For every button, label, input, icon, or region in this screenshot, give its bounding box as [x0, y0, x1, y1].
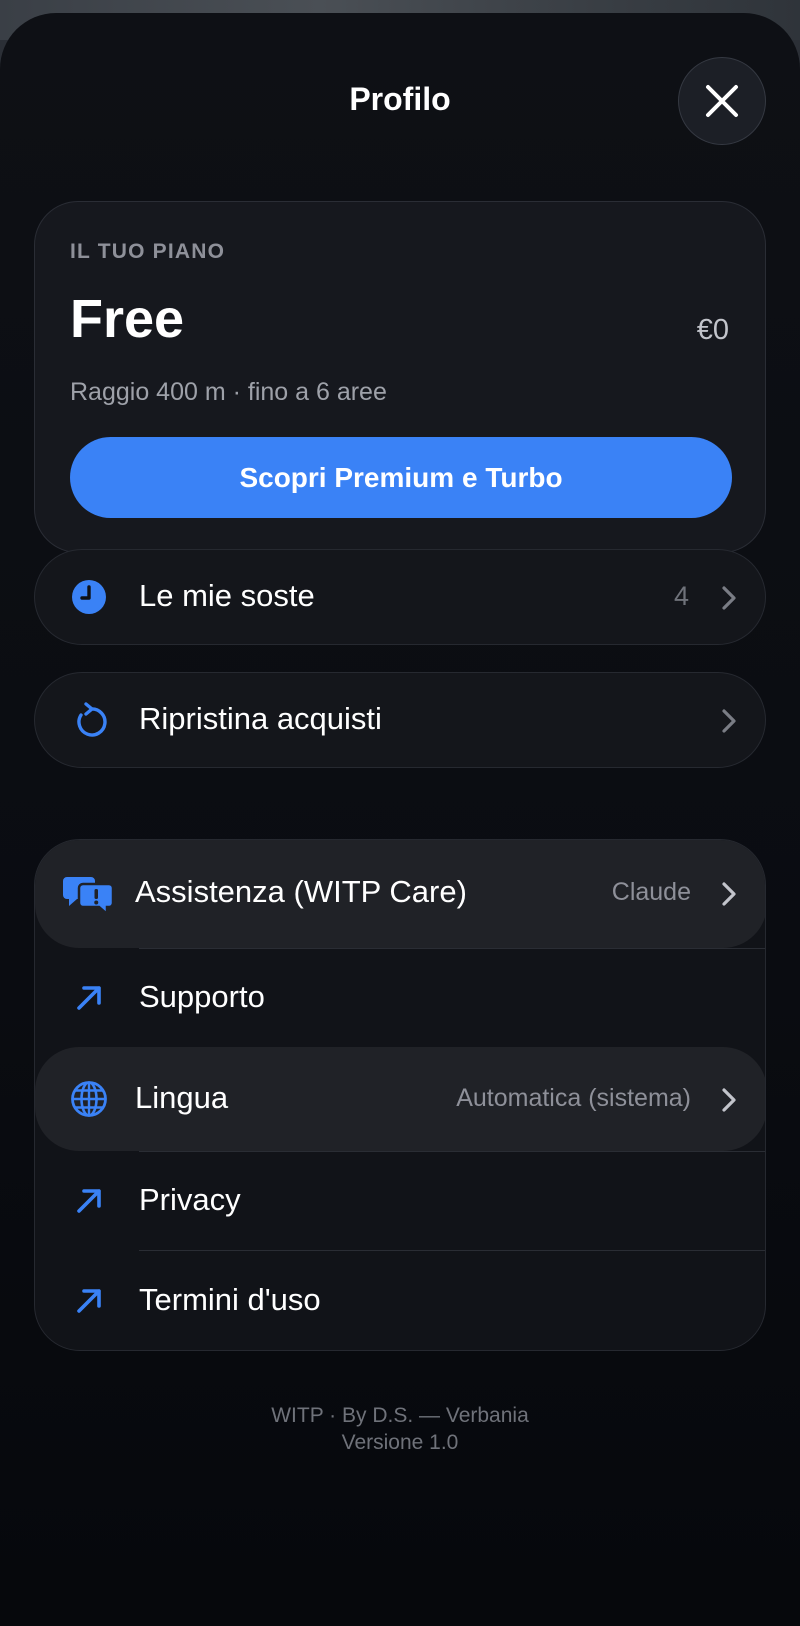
restore-purchases-label: Ripristina acquisti	[139, 701, 382, 736]
terms-label: Termini d'uso	[139, 1282, 321, 1317]
footer-credit: WITP · By D.S. — Verbania	[271, 1404, 529, 1427]
settings-group: Assistenza (WITP Care) Claude Supporto L…	[34, 839, 766, 1351]
clock-icon	[69, 577, 109, 617]
profile-sheet: Profilo IL TUO PIANO Free €0 Raggio 400 …	[0, 13, 800, 1626]
external-link-icon	[69, 978, 109, 1018]
plan-description: Raggio 400 m · fino a 6 aree	[70, 378, 387, 406]
assistance-row[interactable]: Assistenza (WITP Care) Claude	[35, 840, 765, 948]
footer-version: Versione 1.0	[341, 1431, 459, 1454]
my-stops-count: 4	[673, 581, 689, 611]
close-button[interactable]	[678, 57, 766, 145]
refresh-icon	[69, 701, 109, 741]
terms-row[interactable]: Termini d'uso	[35, 1251, 765, 1350]
external-link-icon	[69, 1281, 109, 1321]
language-row[interactable]: Lingua Automatica (sistema)	[35, 1047, 765, 1151]
chevron-right-icon	[722, 709, 736, 733]
privacy-label: Privacy	[139, 1182, 241, 1217]
my-stops-row[interactable]: Le mie soste 4	[34, 549, 766, 645]
assistance-label: Assistenza (WITP Care)	[135, 874, 467, 909]
support-row[interactable]: Supporto	[35, 949, 765, 1047]
globe-icon	[69, 1079, 109, 1119]
close-icon	[706, 85, 738, 117]
plan-eyebrow: IL TUO PIANO	[70, 240, 226, 263]
privacy-row[interactable]: Privacy	[35, 1152, 765, 1250]
plan-name: Free	[70, 289, 185, 349]
language-label: Lingua	[135, 1080, 229, 1115]
external-link-icon	[69, 1181, 109, 1221]
chat-alert-icon	[63, 872, 115, 916]
my-stops-label: Le mie soste	[139, 578, 315, 613]
plan-price: €0	[696, 314, 729, 346]
chevron-right-icon	[722, 586, 736, 610]
chevron-right-icon	[722, 882, 736, 906]
language-value: Automatica (sistema)	[456, 1084, 691, 1112]
assistance-value: Claude	[611, 878, 691, 906]
support-label: Supporto	[139, 979, 265, 1014]
plan-card: IL TUO PIANO Free €0 Raggio 400 m · fino…	[34, 201, 766, 553]
chevron-right-icon	[722, 1088, 736, 1112]
discover-premium-button[interactable]: Scopri Premium e Turbo	[70, 437, 732, 518]
restore-purchases-row[interactable]: Ripristina acquisti	[34, 672, 766, 768]
